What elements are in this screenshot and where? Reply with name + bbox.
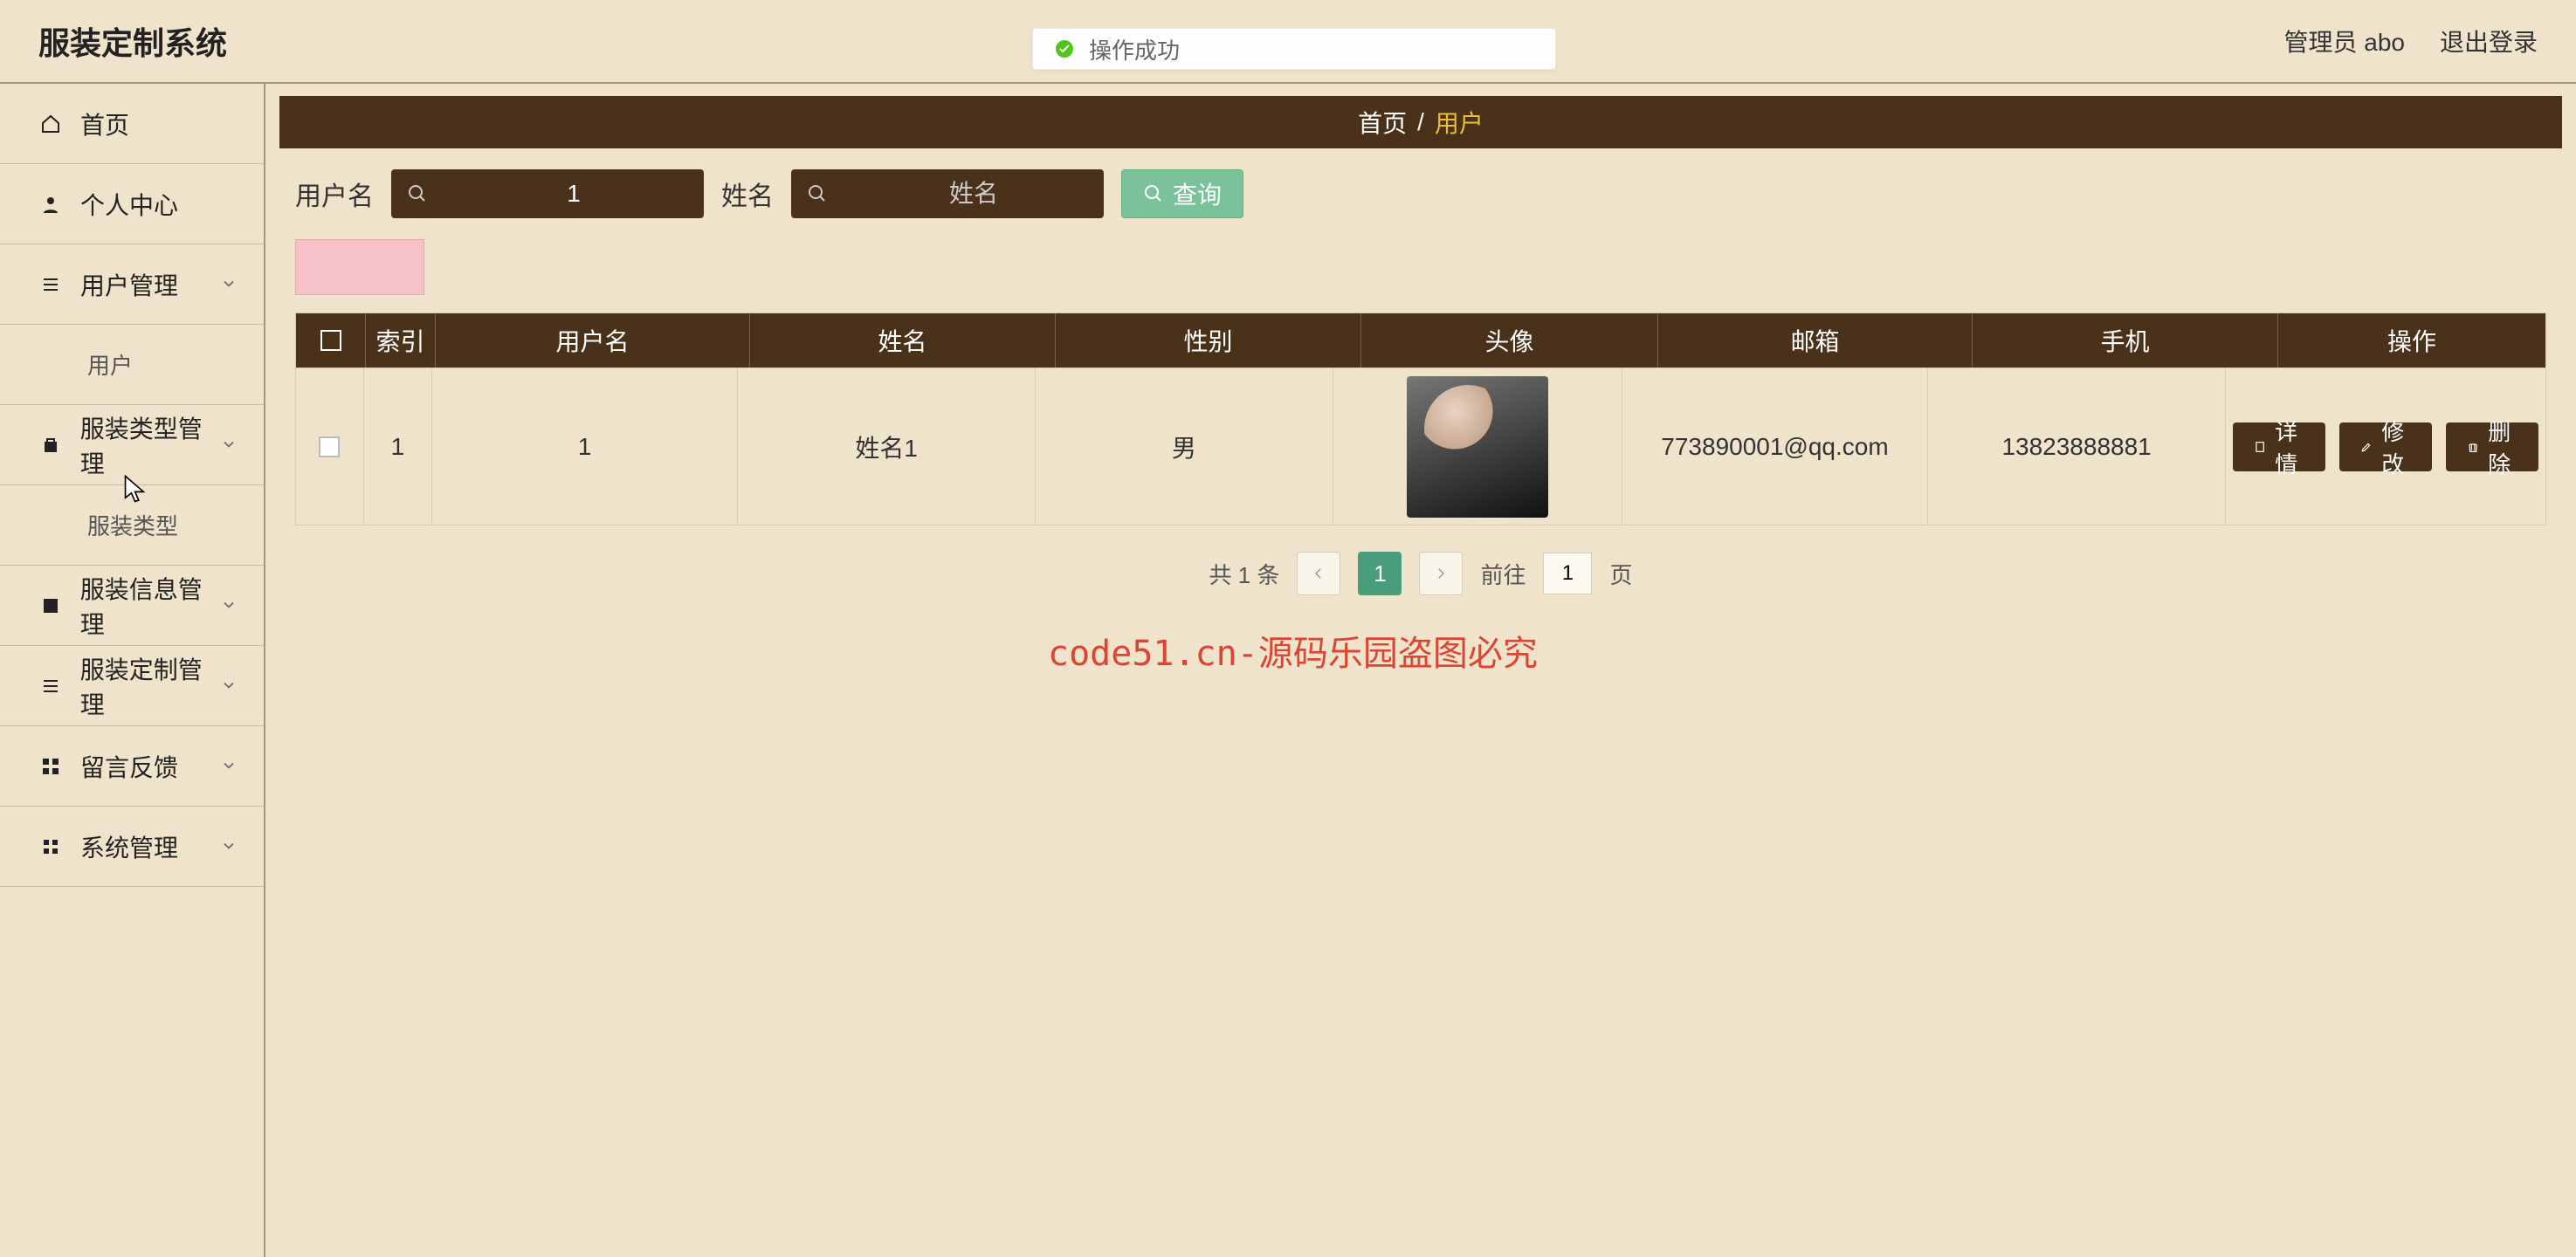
table-header-op: 操作	[2278, 313, 2545, 367]
breadcrumb-home[interactable]: 首页	[1358, 105, 1407, 140]
chevron-down-icon	[220, 431, 238, 459]
sidebar-item-label: 用户管理	[80, 267, 178, 302]
pager-next[interactable]	[1419, 552, 1463, 595]
table-header-checkbox[interactable]	[296, 313, 366, 367]
cell-phone: 13823888881	[1928, 368, 2226, 525]
cursor-icon	[124, 475, 148, 506]
breadcrumb-current: 用户	[1435, 105, 1484, 140]
table-header-mail: 邮箱	[1658, 313, 1973, 367]
sidebar-item-home[interactable]: 首页	[0, 84, 264, 164]
search-icon	[807, 183, 828, 204]
user-icon	[38, 192, 63, 216]
search-icon	[1143, 183, 1164, 204]
chevron-down-icon	[220, 833, 238, 861]
list-icon	[38, 674, 63, 698]
grid-icon	[38, 754, 63, 779]
cell-name: 姓名1	[738, 368, 1036, 525]
search-icon	[407, 183, 428, 204]
check-circle-icon	[1054, 38, 1075, 59]
pager-goto-suffix: 页	[1609, 558, 1632, 590]
sidebar-item-label: 服装类型	[87, 509, 178, 541]
query-button-label: 查询	[1173, 176, 1222, 211]
sidebar-item-label: 服装定制管理	[80, 651, 225, 721]
sidebar-item-label: 服装信息管理	[80, 571, 225, 641]
table-header-name: 姓名	[750, 313, 1056, 367]
chevron-down-icon	[220, 752, 238, 780]
breadcrumb-sep: /	[1417, 108, 1424, 136]
pagination: 共 1 条 1 前往 页	[265, 525, 2576, 622]
toast-message: 操作成功	[1089, 33, 1180, 65]
table-row: 1 1 姓名1 男 773890001@qq.com 13823888881 详…	[296, 367, 2545, 525]
sidebar-item-label: 服装类型管理	[80, 410, 225, 480]
toolbar-placeholder[interactable]	[295, 239, 424, 295]
chevron-down-icon	[220, 271, 238, 299]
sidebar-item-label: 系统管理	[80, 829, 178, 864]
table-header-phone: 手机	[1973, 313, 2278, 367]
query-button[interactable]: 查询	[1121, 169, 1243, 218]
table-header-avatar: 头像	[1361, 313, 1658, 367]
row-checkbox[interactable]	[319, 436, 340, 457]
search-user-label: 用户名	[295, 175, 374, 213]
sidebar-item-system-mgmt[interactable]: 系统管理	[0, 807, 264, 887]
cell-mail: 773890001@qq.com	[1622, 368, 1928, 525]
search-name-label: 姓名	[721, 175, 774, 213]
success-toast: 操作成功	[1032, 28, 1556, 70]
cell-user: 1	[432, 368, 738, 525]
search-user-input[interactable]	[391, 169, 704, 218]
pager-prev[interactable]	[1297, 552, 1340, 595]
sidebar-item-personal[interactable]: 个人中心	[0, 164, 264, 244]
sidebar-item-user[interactable]: 用户	[0, 325, 264, 405]
edit-icon	[2360, 437, 2373, 457]
pager-goto-input[interactable]	[1543, 553, 1592, 594]
logout-link[interactable]: 退出登录	[2440, 24, 2538, 58]
sidebar-item-feedback[interactable]: 留言反馈	[0, 726, 264, 807]
app-title: 服装定制系统	[38, 18, 227, 64]
delete-button[interactable]: 删除	[2446, 422, 2538, 471]
grid-icon	[38, 835, 63, 859]
sidebar-item-user-mgmt[interactable]: 用户管理	[0, 244, 264, 325]
pager-goto-label: 前往	[1480, 558, 1526, 590]
search-name-input[interactable]	[791, 169, 1104, 218]
chevron-down-icon	[220, 672, 238, 700]
cell-index: 1	[364, 368, 432, 525]
table-header-index: 索引	[366, 313, 436, 367]
tag-icon	[38, 594, 63, 618]
sidebar-item-label: 个人中心	[80, 187, 178, 222]
pager-total: 共 1 条	[1209, 558, 1280, 590]
admin-label[interactable]: 管理员 abo	[2283, 24, 2405, 58]
edit-button[interactable]: 修改	[2339, 422, 2432, 471]
breadcrumb: 首页 / 用户	[279, 96, 2562, 148]
sidebar-item-clothing-info-mgmt[interactable]: 服装信息管理	[0, 566, 264, 646]
pager-current[interactable]: 1	[1358, 552, 1402, 595]
sidebar-item-label: 留言反馈	[80, 749, 178, 784]
sidebar-item-clothing-type-mgmt[interactable]: 服装类型管理	[0, 405, 264, 485]
sidebar: 首页 个人中心 用户管理 用户 服装类型管理 服装类型 服装信息管理	[0, 84, 265, 1257]
detail-button[interactable]: 详情	[2233, 422, 2325, 471]
chevron-down-icon	[220, 592, 238, 620]
cell-sex: 男	[1036, 368, 1333, 525]
sidebar-item-label: 用户	[87, 348, 133, 381]
sidebar-item-label: 首页	[80, 106, 129, 141]
document-icon	[2254, 437, 2266, 457]
sidebar-item-clothing-custom-mgmt[interactable]: 服装定制管理	[0, 646, 264, 726]
watermark-overlay-text: code51.cn-源码乐园盗图必究	[1048, 625, 1538, 676]
data-table: 索引 用户名 姓名 性别 头像 邮箱 手机 操作 1 1 姓名1 男 77389…	[295, 313, 2546, 525]
table-header-user: 用户名	[436, 313, 750, 367]
home-icon	[38, 112, 63, 136]
bag-icon	[38, 433, 63, 457]
list-icon	[38, 272, 63, 297]
cell-avatar[interactable]	[1407, 376, 1548, 518]
table-header-sex: 性别	[1056, 313, 1361, 367]
trash-icon	[2467, 437, 2479, 457]
